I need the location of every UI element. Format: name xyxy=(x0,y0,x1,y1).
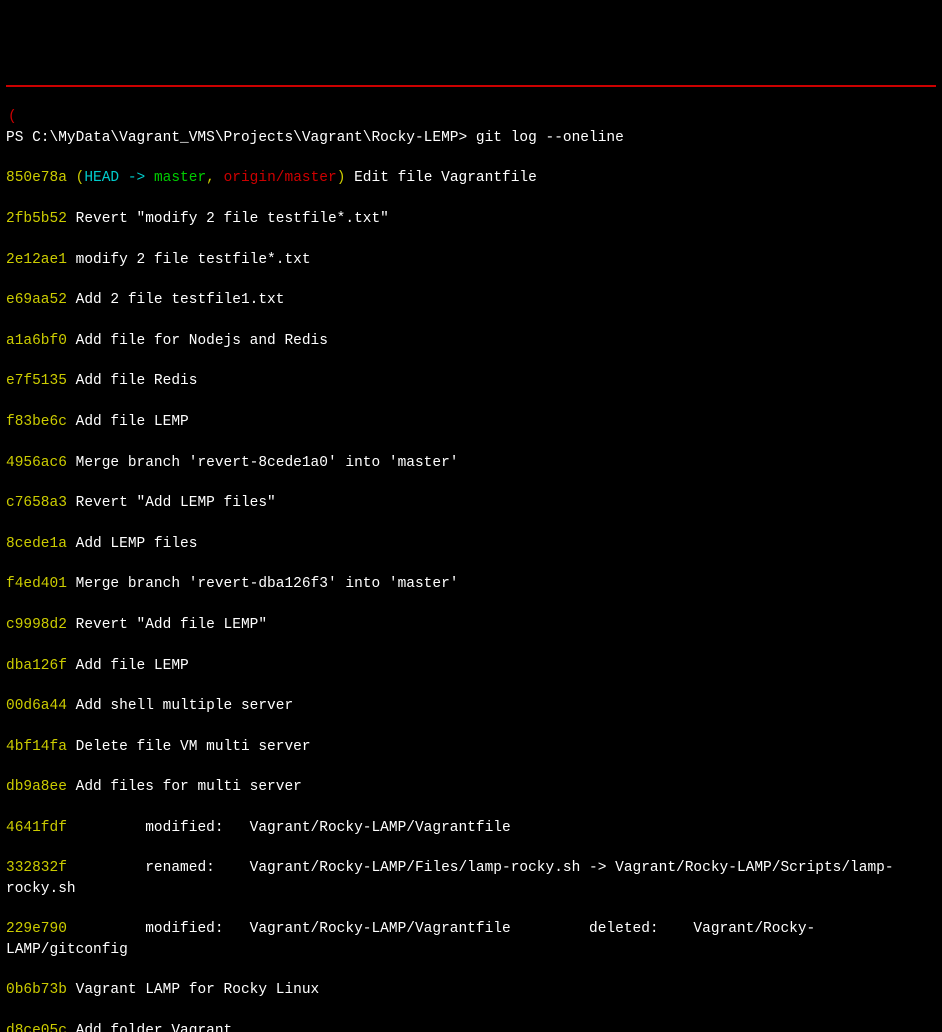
commit-msg: Revert "modify 2 file testfile*.txt" xyxy=(67,211,389,227)
branch-name: master xyxy=(154,170,206,186)
commit-hash: 2e12ae1 xyxy=(6,252,67,268)
commit-msg: Revert "Add file LEMP" xyxy=(67,617,267,633)
commit-msg: Add file LEMP xyxy=(67,658,189,674)
commit-hash: 0b6b73b xyxy=(6,982,67,998)
commit-line: 332832f renamed: Vagrant/Rocky-LAMP/File… xyxy=(6,858,936,899)
commit-hash: e69aa52 xyxy=(6,292,67,308)
commit-msg: Add files for multi server xyxy=(67,779,302,795)
head-ref: HEAD -> xyxy=(84,170,154,186)
commit-line: 4641fdf modified: Vagrant/Rocky-LAMP/Vag… xyxy=(6,818,936,838)
commit-hash: e7f5135 xyxy=(6,373,67,389)
commit-hash: dba126f xyxy=(6,658,67,674)
commit-hash: 229e790 xyxy=(6,921,67,937)
commit-line: c7658a3 Revert "Add LEMP files" xyxy=(6,493,936,513)
commit-msg: modify 2 file testfile*.txt xyxy=(67,252,311,268)
commit-hash: 8cede1a xyxy=(6,536,67,552)
commit-hash: 2fb5b52 xyxy=(6,211,67,227)
commit-hash: 4641fdf xyxy=(6,820,67,836)
commit-msg: Add LEMP files xyxy=(67,536,198,552)
commit-hash: c9998d2 xyxy=(6,617,67,633)
commit-hash: db9a8ee xyxy=(6,779,67,795)
commit-msg: Add file Redis xyxy=(67,373,198,389)
commit-line: 8cede1a Add LEMP files xyxy=(6,534,936,554)
ref-comma: , xyxy=(206,170,223,186)
commit-hash: 332832f xyxy=(6,860,67,876)
commit-msg: modified: Vagrant/Rocky-LAMP/Vagrantfile… xyxy=(6,921,815,957)
commit-msg: Revert "Add LEMP files" xyxy=(67,495,276,511)
commit-msg: renamed: Vagrant/Rocky-LAMP/Files/lamp-r… xyxy=(6,860,894,896)
commit-hash: 00d6a44 xyxy=(6,698,67,714)
commit-hash: f4ed401 xyxy=(6,576,67,592)
commit-hash: 4956ac6 xyxy=(6,455,67,471)
prompt-line-1: PS C:\MyData\Vagrant_VMS\Projects\Vagran… xyxy=(6,128,936,148)
commit-msg: Add file LEMP xyxy=(67,414,189,430)
commit-msg: Add file for Nodejs and Redis xyxy=(67,333,328,349)
commit-line: e69aa52 Add 2 file testfile1.txt xyxy=(6,290,936,310)
commit-msg: Delete file VM multi server xyxy=(67,739,311,755)
commit-line: 4bf14fa Delete file VM multi server xyxy=(6,737,936,757)
commit-line-head: 850e78a (HEAD -> master, origin/master) … xyxy=(6,168,936,188)
commit-line: a1a6bf0 Add file for Nodejs and Redis xyxy=(6,331,936,351)
commit-line: db9a8ee Add files for multi server xyxy=(6,777,936,797)
prompt-path: PS C:\MyData\Vagrant_VMS\Projects\Vagran… xyxy=(6,130,467,146)
commit-line: c9998d2 Revert "Add file LEMP" xyxy=(6,615,936,635)
remote-ref: origin/master xyxy=(224,170,337,186)
terminal-output[interactable]: ( PS C:\MyData\Vagrant_VMS\Projects\Vagr… xyxy=(6,85,936,1032)
commit-msg: Vagrant LAMP for Rocky Linux xyxy=(67,982,319,998)
commit-msg: modified: Vagrant/Rocky-LAMP/Vagrantfile xyxy=(67,820,511,836)
commit-hash: a1a6bf0 xyxy=(6,333,67,349)
commit-hash: d8ce05c xyxy=(6,1023,67,1032)
commit-line: 2e12ae1 modify 2 file testfile*.txt xyxy=(6,250,936,270)
commit-line: 00d6a44 Add shell multiple server xyxy=(6,696,936,716)
commit-msg: Edit file Vagrantfile xyxy=(345,170,536,186)
commit-line: d8ce05c Add folder Vagrant xyxy=(6,1021,936,1032)
commit-msg: Merge branch 'revert-dba126f3' into 'mas… xyxy=(67,576,459,592)
paren-open: ( xyxy=(67,170,84,186)
commit-msg: Add 2 file testfile1.txt xyxy=(67,292,285,308)
commit-line: 2fb5b52 Revert "modify 2 file testfile*.… xyxy=(6,209,936,229)
commit-line: f4ed401 Merge branch 'revert-dba126f3' i… xyxy=(6,574,936,594)
commit-msg: Merge branch 'revert-8cede1a0' into 'mas… xyxy=(67,455,459,471)
red-paren-mark: ( xyxy=(8,107,17,127)
commit-hash: c7658a3 xyxy=(6,495,67,511)
commit-hash: 4bf14fa xyxy=(6,739,67,755)
commit-msg: Add folder Vagrant xyxy=(67,1023,232,1032)
commit-line: 0b6b73b Vagrant LAMP for Rocky Linux xyxy=(6,980,936,1000)
commit-line: f83be6c Add file LEMP xyxy=(6,412,936,432)
commit-msg: Add shell multiple server xyxy=(67,698,293,714)
commit-line: dba126f Add file LEMP xyxy=(6,656,936,676)
commit-line: 4956ac6 Merge branch 'revert-8cede1a0' i… xyxy=(6,453,936,473)
commit-line: e7f5135 Add file Redis xyxy=(6,371,936,391)
commit-hash: f83be6c xyxy=(6,414,67,430)
commit-line: 229e790 modified: Vagrant/Rocky-LAMP/Vag… xyxy=(6,919,936,960)
commit-hash: 850e78a xyxy=(6,170,67,186)
command-text: git log --oneline xyxy=(476,130,624,146)
